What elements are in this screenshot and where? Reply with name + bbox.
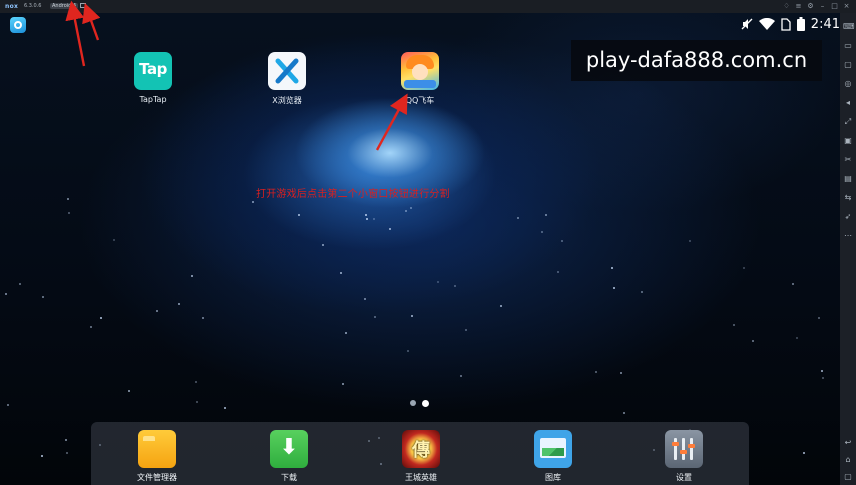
- recent-apps-icon[interactable]: ▢: [843, 472, 853, 482]
- shake-icon[interactable]: ⇆: [843, 193, 853, 203]
- fullscreen-icon[interactable]: ⤢: [843, 117, 853, 127]
- scissors-icon[interactable]: ✂: [843, 155, 853, 165]
- record-icon[interactable]: ▣: [843, 136, 853, 146]
- volume-icon[interactable]: ◂: [843, 98, 853, 108]
- page-dot-active[interactable]: [422, 399, 429, 407]
- keyboard-icon[interactable]: ⌨: [843, 22, 855, 32]
- dock-app-label: 图库: [545, 473, 561, 482]
- download-arrow-glyph: ⬇: [279, 435, 299, 460]
- arrow-to-qq-speed: [375, 93, 408, 151]
- wangcheng-hero-icon: 傳: [402, 430, 440, 468]
- more-icon[interactable]: ⋯: [843, 231, 853, 241]
- arrow-to-multiwindow: [82, 2, 101, 41]
- dock-app-gallery[interactable]: 图库: [518, 430, 588, 483]
- folder-icon[interactable]: ▤: [843, 174, 853, 184]
- rocket-icon[interactable]: ➶: [843, 212, 853, 222]
- dock-app-label: 文件管理器: [137, 473, 177, 482]
- arrow-to-version: [65, 0, 86, 67]
- dock-app-label: 王城英雄: [405, 473, 437, 482]
- download-icon: ⬇: [270, 430, 308, 468]
- page-dot[interactable]: [410, 400, 416, 406]
- settings-icon: [665, 430, 703, 468]
- message-icon[interactable]: ▢: [843, 60, 853, 70]
- page-indicator: [410, 399, 429, 407]
- screen-icon[interactable]: ▭: [843, 41, 853, 51]
- folder-icon: [138, 430, 176, 468]
- annotation-arrows: [65, 0, 408, 151]
- dock-app-download[interactable]: ⬇ 下载: [254, 430, 324, 483]
- dock-app-label: 设置: [676, 473, 692, 482]
- dock-app-label: 下载: [281, 473, 297, 482]
- dock: 文件管理器 ⬇ 下载 傳 王城英雄 图库 设置: [91, 422, 749, 485]
- wangcheng-glyph: 傳: [412, 440, 430, 461]
- dock-app-file-manager[interactable]: 文件管理器: [122, 430, 192, 483]
- dock-app-wangcheng-hero[interactable]: 傳 王城英雄: [386, 430, 456, 483]
- back-icon[interactable]: ↩: [843, 438, 853, 448]
- gallery-icon: [534, 430, 572, 468]
- dock-app-settings[interactable]: 设置: [649, 430, 719, 483]
- location-icon[interactable]: ◎: [843, 79, 853, 89]
- emulator-sidebar: ⌨ ▭ ▢ ◎ ◂ ⤢ ▣ ✂ ▤ ⇆ ➶ ⋯ ↩ ⌂ ▢: [840, 13, 856, 485]
- home-icon[interactable]: ⌂: [843, 455, 853, 465]
